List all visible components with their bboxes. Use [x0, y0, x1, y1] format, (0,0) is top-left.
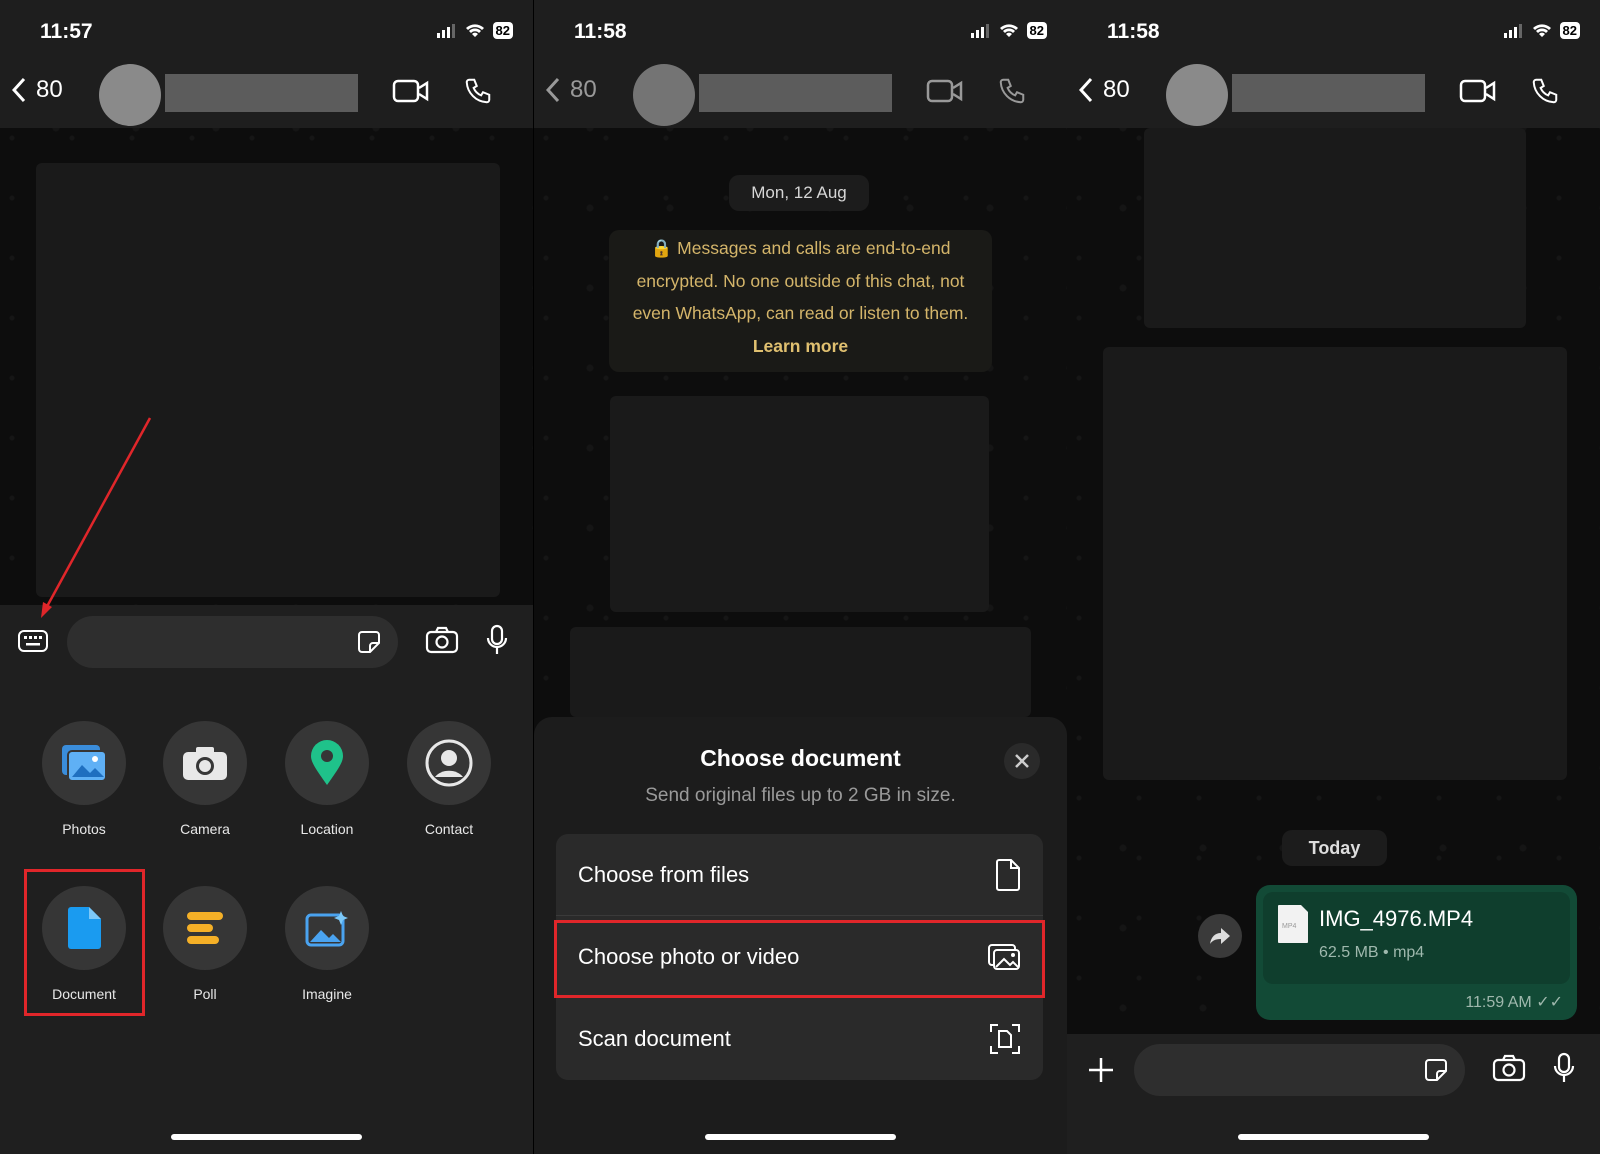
video-call-icon[interactable] [1459, 78, 1497, 104]
encryption-notice[interactable]: 🔒 Messages and calls are end-to-end encr… [609, 230, 992, 372]
option-label: Choose from files [578, 861, 750, 887]
signal-icon [1503, 23, 1522, 38]
forward-button[interactable] [1198, 914, 1242, 958]
camera-icon[interactable] [1492, 1054, 1526, 1082]
hidden-message-area [610, 396, 989, 612]
file-message-bubble[interactable]: MP4 IMG_4976.MP4 62.5 MB • mp4 11:59 AM … [1256, 885, 1577, 1020]
panel-choose-document: 11:58 82 80 Mon, 12 Aug 🔒 Messages and c… [534, 0, 1067, 1154]
chat-header: 11:58 82 80 [1067, 0, 1600, 128]
wifi-icon [1532, 24, 1551, 37]
sheet-subtitle: Send original files up to 2 GB in size. [645, 785, 956, 806]
battery-level: 82 [1026, 22, 1047, 39]
attach-label: Location [300, 821, 354, 837]
phone-icon[interactable] [1530, 76, 1560, 106]
file-meta: 62.5 MB • mp4 [1319, 944, 1425, 961]
highlight-document [24, 869, 145, 1016]
close-button[interactable] [1004, 743, 1040, 779]
hidden-message-area [1103, 347, 1567, 780]
unread-count: 80 [570, 76, 597, 103]
plus-icon[interactable] [1087, 1056, 1115, 1084]
encryption-text: Messages and calls are end-to-end encryp… [632, 238, 969, 323]
chevron-left-icon [546, 77, 560, 103]
contact-icon [425, 739, 473, 787]
close-icon [1015, 754, 1029, 768]
choose-document-sheet: Choose document Send original files up t… [534, 717, 1067, 1154]
contact-name-redacted[interactable] [1232, 74, 1425, 112]
signal-icon [970, 23, 989, 38]
attach-location[interactable]: Location [267, 721, 387, 837]
option-scan-document[interactable]: Scan document [556, 998, 1043, 1080]
unread-count: 80 [1103, 76, 1130, 103]
attach-label: Imagine [302, 986, 352, 1002]
hidden-message-area [570, 627, 1031, 717]
attach-poll[interactable]: Poll [145, 886, 265, 1002]
sticker-icon[interactable] [1423, 1057, 1449, 1083]
red-arrow-annotation [41, 417, 152, 618]
lock-icon: 🔒 [650, 238, 673, 258]
file-attachment[interactable]: MP4 IMG_4976.MP4 62.5 MB • mp4 [1263, 892, 1570, 984]
poll-icon [187, 912, 223, 944]
svg-text:MP4: MP4 [1282, 923, 1297, 930]
highlight-photo-video [554, 920, 1045, 998]
scan-document-icon [990, 1024, 1020, 1054]
microphone-icon[interactable] [1553, 1052, 1575, 1084]
option-label: Scan document [578, 1026, 731, 1051]
attach-photos[interactable]: Photos [24, 721, 144, 837]
double-check-icon: ✓✓ [1536, 994, 1563, 1011]
panel-sent-file: 11:58 82 80 Today MP4 IMG_4976.MP4 62.5 … [1067, 0, 1600, 1154]
wifi-icon [999, 24, 1018, 37]
learn-more-link[interactable]: Learn more [753, 336, 848, 356]
contact-name-redacted[interactable] [699, 74, 892, 112]
attach-label: Camera [180, 821, 230, 837]
file-icon [996, 858, 1020, 891]
video-call-icon[interactable] [926, 78, 964, 104]
sheet-title: Choose document [700, 745, 901, 771]
attach-camera[interactable]: Camera [145, 721, 265, 837]
chat-header: 11:58 82 80 [534, 0, 1067, 128]
avatar[interactable] [633, 64, 695, 126]
hidden-message-area [1144, 128, 1526, 328]
location-pin-icon [311, 740, 343, 785]
attach-contact[interactable]: Contact [389, 721, 509, 837]
photos-icon [62, 745, 107, 782]
home-indicator [171, 1134, 362, 1140]
attach-label: Photos [62, 821, 106, 837]
status-icons: 82 [1503, 22, 1580, 39]
attach-label: Contact [424, 821, 474, 837]
home-indicator [705, 1134, 896, 1140]
date-separator: Mon, 12 Aug [729, 175, 869, 211]
avatar[interactable] [1166, 64, 1228, 126]
status-time: 11:58 [574, 20, 627, 43]
camera-icon [183, 747, 227, 780]
attach-imagine[interactable]: Imagine [267, 886, 387, 1002]
back-button[interactable]: 80 [546, 76, 597, 104]
file-name: IMG_4976.MP4 [1319, 906, 1474, 931]
imagine-icon [305, 911, 348, 947]
home-indicator [1238, 1134, 1429, 1140]
back-button[interactable]: 80 [1079, 76, 1130, 104]
date-separator: Today [1282, 830, 1387, 866]
phone-icon[interactable] [997, 76, 1027, 106]
status-icons: 82 [970, 22, 1047, 39]
panel-attach-menu: 11:57 82 80 Photos Camera Location Conta… [0, 0, 533, 1154]
mp4-file-icon: MP4 [1278, 905, 1308, 943]
message-time: 11:59 AM ✓✓ [1465, 994, 1563, 1011]
battery-level: 82 [1559, 22, 1580, 39]
chevron-left-icon [1079, 77, 1093, 103]
attach-label: Poll [193, 986, 217, 1002]
forward-icon [1210, 928, 1230, 944]
message-input[interactable] [1134, 1044, 1465, 1096]
option-choose-from-files[interactable]: Choose from files [556, 834, 1043, 916]
status-time: 11:58 [1107, 20, 1160, 43]
